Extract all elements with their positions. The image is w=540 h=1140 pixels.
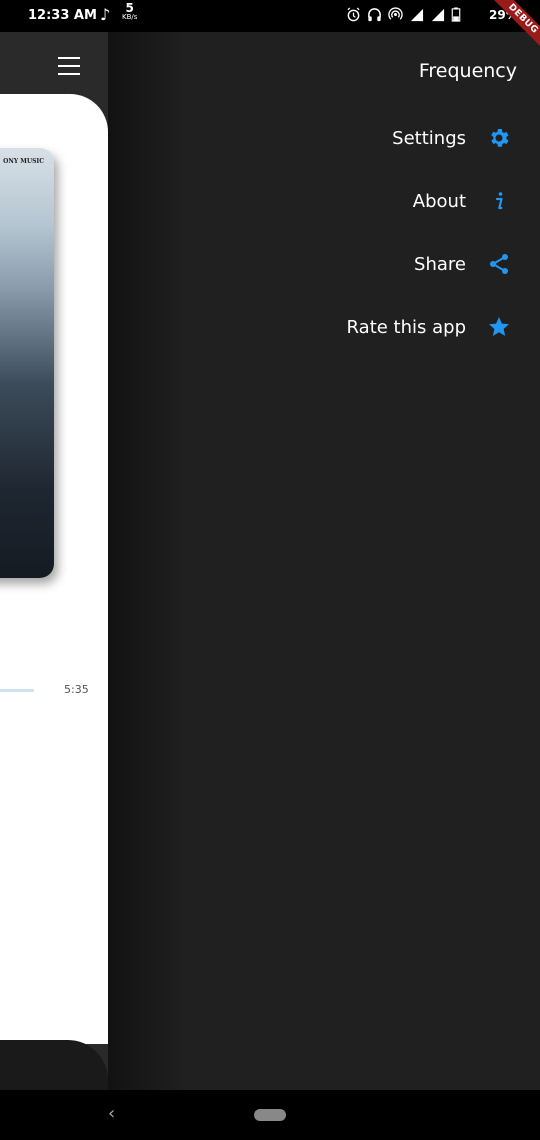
battery-icon — [451, 7, 461, 22]
navigation-drawer: Frequency Settings About Share Rate this… — [108, 32, 540, 1090]
drawer-item-rate[interactable]: Rate this app — [347, 310, 512, 344]
track-duration: 5:35 — [64, 683, 89, 696]
drawer-item-settings[interactable]: Settings — [392, 121, 512, 155]
home-pill[interactable] — [254, 1109, 286, 1121]
back-icon[interactable]: ‹ — [108, 1103, 115, 1124]
alarm-icon — [347, 7, 360, 22]
status-icons — [346, 7, 461, 22]
album-art: ONY MUSIC — [0, 148, 54, 578]
drawer-item-about[interactable]: About — [413, 184, 512, 218]
drawer-title: Frequency — [418, 60, 517, 82]
drawer-item-label: Share — [414, 253, 466, 275]
drawer-item-label: Settings — [392, 127, 466, 149]
system-nav-bar: ‹ — [0, 1090, 540, 1140]
hotspot-icon — [388, 7, 403, 20]
info-icon — [486, 188, 512, 214]
drawer-item-label: Rate this app — [346, 316, 466, 338]
status-time: 12:33 AM — [28, 8, 97, 23]
player-page: ONY MUSIC 5:35 — [0, 32, 108, 1090]
signal-4g-icon — [410, 8, 424, 22]
music-note-icon: ♪ — [100, 5, 111, 24]
star-icon — [486, 314, 512, 340]
signal-icon — [431, 8, 445, 22]
share-icon — [486, 251, 512, 277]
gear-icon — [486, 125, 512, 151]
seek-bar[interactable] — [0, 689, 34, 692]
net-speed-value: 5 — [125, 1, 134, 15]
drawer-item-label: About — [412, 190, 466, 212]
drawer-item-share[interactable]: Share — [414, 247, 512, 281]
album-label: ONY MUSIC — [3, 158, 44, 165]
net-speed: 5 KB/s — [122, 1, 138, 22]
net-speed-unit: KB/s — [122, 13, 138, 21]
menu-icon[interactable] — [58, 57, 80, 75]
headphones-icon — [368, 8, 381, 22]
bottom-panel[interactable] — [0, 1040, 108, 1090]
status-bar: 12:33 AM ♪ 5 KB/s 29% DEBUG — [0, 0, 540, 63]
